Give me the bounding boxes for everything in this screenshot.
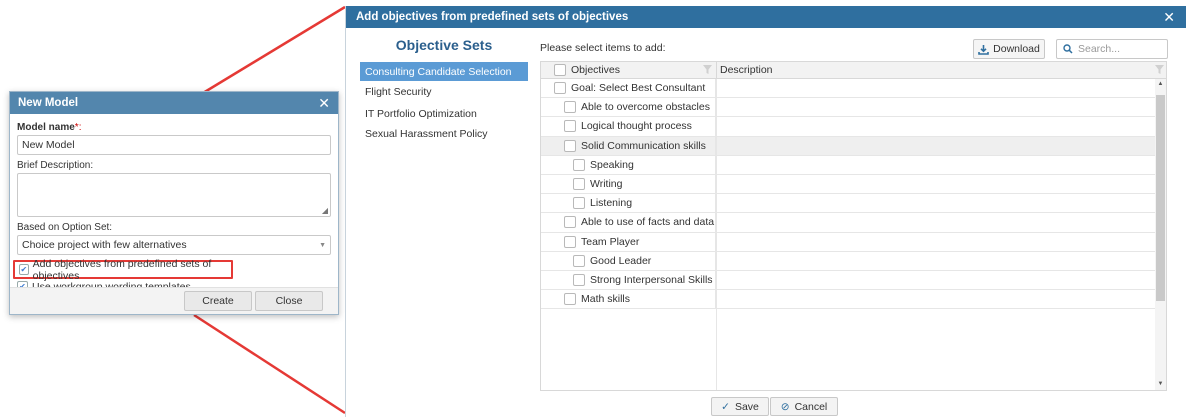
search-placeholder: Search... [1078, 43, 1121, 55]
grid-rows: Goal: Select Best Consultant Able to ove… [541, 79, 1156, 310]
objective-label: Goal: Select Best Consultant [571, 82, 706, 95]
objective-label: Speaking [590, 158, 634, 171]
option-set-value: Choice project with few alternatives [22, 239, 187, 251]
table-row[interactable]: Able to use of facts and data [541, 213, 1156, 233]
download-icon [978, 44, 989, 55]
objective-label: Able to use of facts and data [581, 216, 715, 229]
table-row[interactable]: Strong Interpersonal Skills [541, 270, 1156, 291]
column-divider [716, 79, 717, 390]
table-row[interactable]: Speaking [541, 155, 1156, 175]
objectives-title-bar: Add objectives from predefined sets of o… [346, 6, 1186, 28]
row-checkbox[interactable] [573, 178, 585, 191]
resize-grip-icon[interactable]: ◢ [322, 206, 328, 215]
cancel-button[interactable]: ⊘ Cancel [770, 397, 838, 416]
objectives-grid: Objectives Description Goal: Select Best… [540, 61, 1167, 391]
table-row[interactable]: Math skills [541, 290, 1156, 310]
objective-label: Writing [590, 178, 623, 191]
row-checkbox[interactable] [564, 216, 576, 229]
objective-label: Math skills [581, 293, 631, 306]
scrollbar-thumb[interactable] [1156, 95, 1165, 301]
add-objectives-checkbox-row[interactable]: ✔ Add objectives from predefined sets of… [13, 257, 233, 282]
new-model-title-bar: New Model ✕ [10, 92, 338, 114]
row-checkbox[interactable] [573, 273, 585, 286]
filter-icon[interactable] [703, 65, 712, 74]
column-header-description[interactable]: Description [717, 62, 1166, 78]
dropdown-caret-icon: ▼ [319, 241, 326, 249]
close-icon[interactable]: ✕ [318, 95, 330, 112]
connector-line-top [202, 5, 346, 95]
row-checkbox[interactable] [573, 197, 585, 210]
set-item-consulting[interactable]: Consulting Candidate Selection [360, 62, 528, 81]
download-label: Download [993, 43, 1040, 55]
objective-label: Able to overcome obstacles [581, 101, 710, 114]
set-item-it-portfolio[interactable]: IT Portfolio Optimization [360, 104, 528, 123]
row-checkbox[interactable] [573, 158, 585, 171]
table-row[interactable]: Goal: Select Best Consultant [541, 79, 1156, 99]
new-model-footer: Create Close [10, 287, 338, 314]
table-row[interactable]: Able to overcome obstacles [541, 98, 1156, 118]
table-row[interactable]: Writing [541, 174, 1156, 195]
table-row[interactable]: Solid Communication skills [541, 136, 1156, 156]
objective-sets-heading: Objective Sets [395, 37, 493, 53]
table-row[interactable]: Team Player [541, 232, 1156, 252]
scroll-up-icon[interactable]: ▲ [1155, 81, 1166, 87]
add-objectives-label: Add objectives from predefined sets of o… [32, 257, 212, 282]
checkmark-icon: ✓ [721, 400, 730, 413]
vertical-scrollbar[interactable]: ▲ ▼ [1155, 79, 1166, 390]
column-header-objectives[interactable]: Objectives [541, 62, 717, 78]
row-checkbox[interactable] [564, 120, 576, 133]
row-checkbox[interactable] [573, 254, 585, 267]
close-button[interactable]: Close [255, 291, 323, 311]
brief-description-textarea[interactable]: ◢ [17, 173, 331, 217]
table-row[interactable]: Good Leader [541, 251, 1156, 271]
filter-icon[interactable] [1155, 65, 1164, 74]
add-objectives-checkbox[interactable]: ✔ [19, 264, 29, 275]
set-item-harassment-policy[interactable]: Sexual Harassment Policy [360, 124, 528, 143]
download-button[interactable]: Download [973, 39, 1045, 59]
cancel-icon: ⊘ [780, 400, 790, 413]
new-model-title: New Model [18, 97, 79, 109]
grid-header: Objectives Description [541, 62, 1166, 79]
select-items-prompt: Please select items to add: [540, 42, 666, 54]
row-checkbox[interactable] [564, 139, 576, 152]
search-icon [1063, 44, 1073, 54]
create-button[interactable]: Create [184, 291, 252, 311]
objective-label: Logical thought process [581, 120, 692, 133]
new-model-dialog: New Model ✕ Model name*: New Model Brief… [9, 91, 339, 315]
objective-label: Strong Interpersonal Skills [590, 273, 713, 286]
row-checkbox[interactable] [564, 101, 576, 114]
option-set-select[interactable]: Choice project with few alternatives ▼ [17, 235, 331, 255]
table-row[interactable]: Listening [541, 194, 1156, 214]
close-icon[interactable]: ✕ [1163, 9, 1175, 26]
set-item-flight-security[interactable]: Flight Security [360, 82, 528, 101]
row-checkbox[interactable] [564, 293, 576, 306]
row-checkbox[interactable] [564, 235, 576, 248]
select-all-checkbox[interactable] [554, 64, 566, 76]
option-set-label: Based on Option Set: [17, 222, 113, 233]
save-button[interactable]: ✓ Save [711, 397, 769, 416]
row-checkbox[interactable] [554, 82, 566, 95]
objectives-title: Add objectives from predefined sets of o… [356, 11, 629, 23]
connector-line-bottom [193, 313, 346, 415]
objective-label: Good Leader [590, 254, 652, 267]
model-name-input[interactable]: New Model [17, 135, 331, 155]
model-name-label: Model name*: [17, 122, 82, 133]
search-input[interactable]: Search... [1056, 39, 1168, 59]
objective-label: Listening [590, 197, 633, 210]
objective-label: Solid Communication skills [581, 139, 706, 152]
scroll-down-icon[interactable]: ▼ [1155, 381, 1166, 387]
table-row[interactable]: Logical thought process [541, 117, 1156, 137]
brief-description-label: Brief Description: [17, 160, 94, 171]
objective-label: Team Player [581, 235, 640, 248]
